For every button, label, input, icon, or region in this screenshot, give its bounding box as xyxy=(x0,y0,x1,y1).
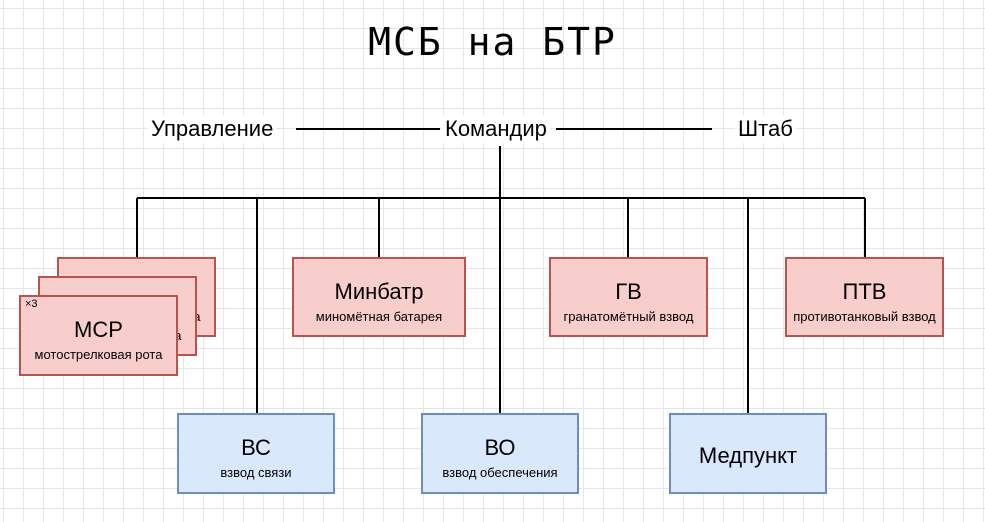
msr-name: МСР xyxy=(74,317,123,342)
gv-box[interactable]: ГВ гранатомётный взвод xyxy=(549,257,708,337)
label-shtab: Штаб xyxy=(735,115,796,143)
vo-sub: взвод обеспечения xyxy=(442,465,558,480)
minbatr-sub: миномётная батарея xyxy=(315,309,443,324)
ptv-sub: противотанковый взвод xyxy=(793,309,936,324)
vo-box[interactable]: ВО взвод обеспечения xyxy=(421,413,579,494)
minbatr-name: Минбатр xyxy=(334,279,424,304)
vs-sub: взвод связи xyxy=(220,465,292,480)
gv-name: ГВ xyxy=(615,279,642,304)
medpunkt-name: Медпункт xyxy=(698,443,798,468)
vs-name: ВС xyxy=(241,435,271,460)
gv-sub: гранатомётный взвод xyxy=(563,309,694,324)
vo-name: ВО xyxy=(484,435,516,460)
minbatr-box[interactable]: Минбатр миномётная батарея xyxy=(292,257,466,337)
label-upravlenie: Управление xyxy=(148,115,277,143)
label-komandir: Командир xyxy=(442,115,550,143)
vs-box[interactable]: ВС взвод связи xyxy=(177,413,335,494)
ptv-box[interactable]: ПТВ противотанковый взвод xyxy=(785,257,944,337)
msr-sub: мотострелковая рота xyxy=(34,347,163,362)
ptv-name: ПТВ xyxy=(842,279,887,304)
medpunkt-box[interactable]: Медпункт xyxy=(669,413,827,494)
msr-multiplier: ×3 xyxy=(25,298,38,310)
msr-box[interactable]: ×3 МСР мотострелковая рота xyxy=(19,295,178,376)
